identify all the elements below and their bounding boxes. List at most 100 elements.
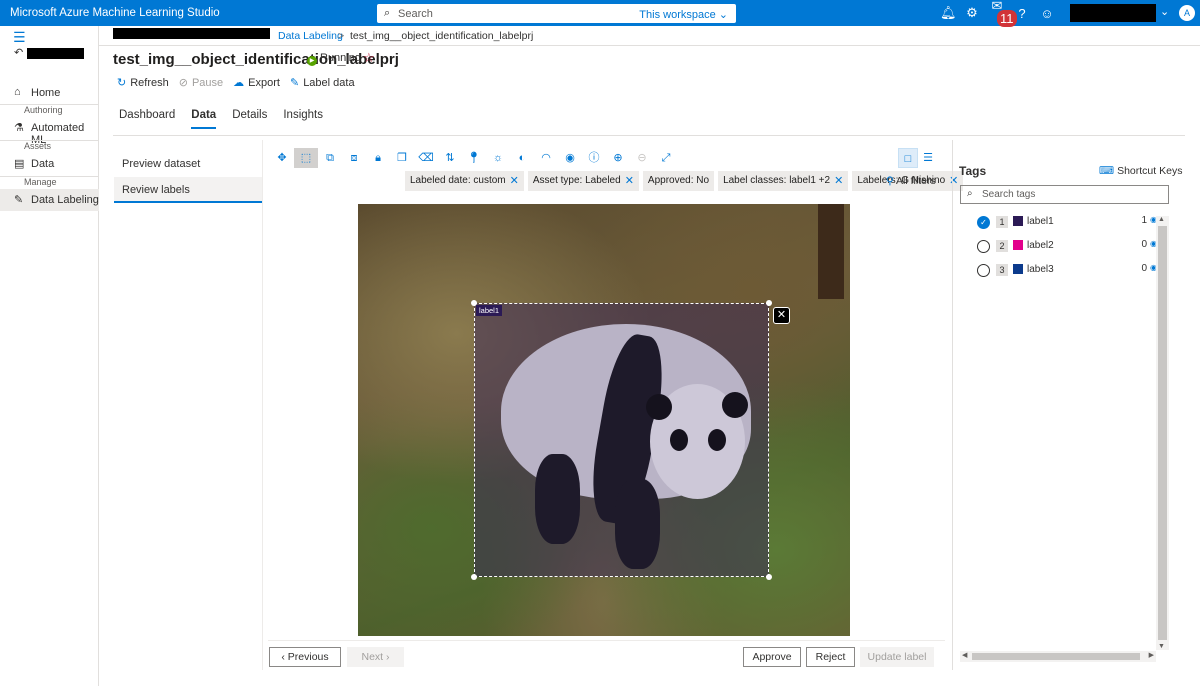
eye-icon[interactable]: ◉: [558, 148, 582, 168]
shortcut-keys-button[interactable]: ⌨ Shortcut Keys: [1099, 165, 1182, 177]
filter-chip[interactable]: Label classes: label1 +2 ✕: [718, 171, 849, 191]
close-icon[interactable]: ✕: [625, 171, 634, 191]
search-scope-label: This workspace: [639, 9, 716, 21]
edit-icon: ✎: [289, 77, 300, 89]
reject-button[interactable]: Reject: [806, 647, 855, 667]
nav-item-home[interactable]: ⌂ Home: [0, 82, 99, 104]
filter-chip[interactable]: Asset type: Labeled ✕: [527, 171, 639, 191]
scrollbar-thumb[interactable]: [972, 653, 1140, 660]
update-label-button[interactable]: Update label: [860, 647, 934, 667]
favorite-star-icon[interactable]: ☆: [363, 50, 375, 66]
workspace-name-redacted[interactable]: [27, 48, 84, 59]
search-scope-dropdown[interactable]: This workspace ⌄: [639, 8, 728, 21]
tab-data[interactable]: Data: [191, 109, 216, 129]
account-name-redacted[interactable]: [1070, 4, 1156, 22]
erase-icon[interactable]: ⌫: [414, 148, 438, 168]
scroll-up-icon[interactable]: ▲: [1158, 216, 1165, 223]
image-canvas[interactable]: label1: [358, 204, 850, 636]
info-icon[interactable]: ⓘ: [582, 148, 606, 168]
search-tags-placeholder: Search tags: [982, 189, 1036, 200]
contrast-icon[interactable]: ◐: [510, 148, 534, 168]
pin-icon[interactable]: 📍︎: [462, 148, 486, 168]
chevron-down-icon[interactable]: ⌄: [1160, 5, 1169, 18]
close-icon[interactable]: ✕: [510, 171, 519, 191]
view-toggle: □ ☰: [898, 148, 938, 168]
help-icon[interactable]: ?: [1015, 6, 1029, 21]
subnav-review-labels[interactable]: Review labels: [114, 177, 262, 203]
pause-icon: ⊘: [178, 77, 188, 89]
nav-item-data-labeling[interactable]: ✎ Data Labeling: [0, 189, 99, 211]
export-button[interactable]: ☁ Export: [233, 76, 280, 90]
filter-icon: ⚲: [886, 175, 894, 187]
pan-icon[interactable]: ✥: [270, 148, 294, 168]
scroll-down-icon[interactable]: ▼: [1158, 643, 1165, 650]
tree-trunk: [818, 204, 844, 299]
scroll-right-icon[interactable]: ▶: [1149, 651, 1154, 659]
tab-dashboard[interactable]: Dashboard: [119, 109, 175, 127]
single-view-icon[interactable]: □: [898, 148, 918, 168]
nav-label-home: Home: [31, 87, 61, 99]
approve-button[interactable]: Approve: [743, 647, 801, 667]
global-search[interactable]: ⌕ Search This workspace ⌄: [377, 4, 736, 23]
zoom-out-icon[interactable]: ⊖: [630, 148, 654, 168]
zoom-in-icon[interactable]: ⊕: [606, 148, 630, 168]
tag-list: ✓ 1 label1 1 ◉ 2 label2 0 ◉ 3 label3 0 ◉: [959, 210, 1169, 282]
horizontal-scrollbar[interactable]: ◀ ▶: [960, 651, 1156, 662]
app-title[interactable]: Microsoft Azure Machine Learning Studio: [10, 7, 220, 19]
sort-icon[interactable]: ⇅: [438, 148, 462, 168]
filter-chip[interactable]: Labeled date: custom ✕: [405, 171, 524, 191]
tab-details[interactable]: Details: [232, 109, 267, 127]
resize-handle[interactable]: [471, 574, 477, 580]
feedback-icon[interactable]: ✉11: [990, 0, 1017, 29]
next-button[interactable]: Next ›: [347, 647, 404, 667]
region-copy-icon[interactable]: ⧈: [342, 148, 366, 168]
copy-icon[interactable]: ⧉: [318, 148, 342, 168]
subnav-preview-dataset[interactable]: Preview dataset: [114, 151, 262, 177]
list-item[interactable]: 3 label3 0 ◉: [959, 258, 1169, 282]
scrollbar-thumb[interactable]: [1158, 226, 1167, 640]
list-item[interactable]: ✓ 1 label1 1 ◉: [959, 210, 1169, 234]
hide-icon[interactable]: ◠: [534, 148, 558, 168]
vertical-scrollbar[interactable]: ▲ ▼: [1156, 216, 1169, 650]
radio-button[interactable]: [977, 240, 990, 253]
scroll-left-icon[interactable]: ◀: [962, 651, 967, 659]
avatar[interactable]: A: [1179, 5, 1195, 21]
nav-item-automated-ml[interactable]: ⚗ Automated ML: [0, 117, 99, 146]
refresh-button[interactable]: ↻ Refresh: [117, 76, 169, 90]
gear-icon[interactable]: ⚙: [965, 5, 979, 21]
list-view-icon[interactable]: ☰: [918, 148, 938, 168]
resize-handle[interactable]: [471, 300, 477, 306]
duplicate-icon[interactable]: ❐: [390, 148, 414, 168]
tab-insights[interactable]: Insights: [283, 109, 323, 127]
close-icon[interactable]: ✕: [834, 171, 843, 191]
filter-chip[interactable]: Approved: No: [642, 171, 715, 191]
delete-box-close-icon[interactable]: ✕: [773, 307, 790, 324]
resize-handle[interactable]: [766, 574, 772, 580]
radio-button[interactable]: [977, 264, 990, 277]
bell-icon[interactable]: 🔔︎: [940, 5, 957, 21]
checkmark-icon[interactable]: ✓: [977, 216, 990, 229]
keyboard-icon: ⌨: [1099, 165, 1115, 177]
tag-shortcut-key: 3: [996, 264, 1008, 276]
label-data-button[interactable]: ✎ Label data: [289, 76, 355, 90]
brightness-icon[interactable]: ☼: [486, 148, 510, 168]
previous-button[interactable]: ‹ Previous: [269, 647, 341, 667]
filter-chip-label: Approved: No: [647, 175, 710, 186]
back-icon[interactable]: ↶: [14, 46, 23, 59]
breadcrumb-workspace-redacted[interactable]: [113, 28, 270, 39]
bounding-box[interactable]: label1: [471, 300, 772, 580]
pause-button[interactable]: ⊘ Pause: [178, 76, 223, 90]
smiley-icon[interactable]: ☺: [1040, 6, 1054, 21]
lock-icon[interactable]: 🔒︎: [366, 148, 390, 168]
search-tags-input[interactable]: ⌕ Search tags: [960, 185, 1169, 204]
all-filters-button[interactable]: ⚲ All filters: [886, 175, 936, 187]
resize-handle[interactable]: [766, 300, 772, 306]
list-item[interactable]: 2 label2 0 ◉: [959, 234, 1169, 258]
rectangle-tool-icon[interactable]: ⬚: [294, 148, 318, 168]
nav-item-data[interactable]: ▤ Data: [0, 153, 99, 175]
home-icon: ⌂: [14, 86, 21, 98]
hamburger-icon[interactable]: ☰: [13, 29, 26, 46]
breadcrumb-data-labeling[interactable]: Data Labeling: [278, 30, 343, 42]
expand-icon[interactable]: ⤢: [654, 148, 678, 168]
filter-chip-label: Labeled date: custom: [410, 175, 506, 186]
